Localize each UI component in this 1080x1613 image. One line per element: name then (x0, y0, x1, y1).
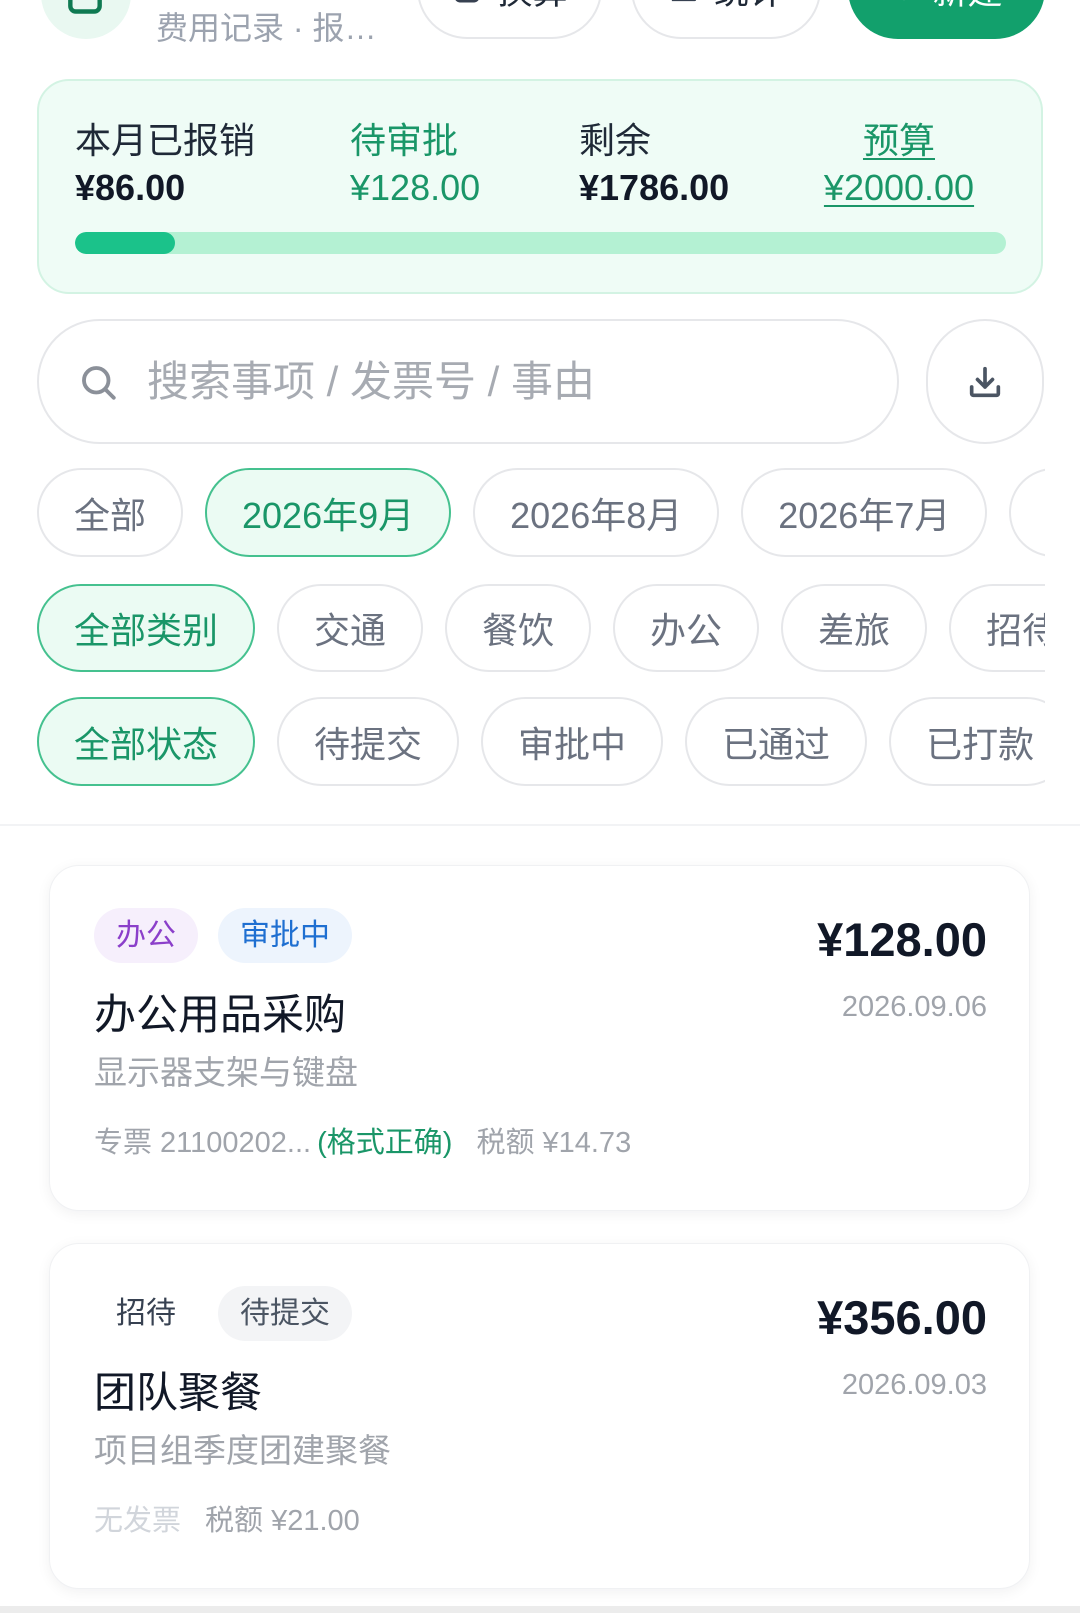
category-tag: 招待 (94, 1286, 198, 1341)
stat-remaining-value: ¥1786.00 (579, 167, 730, 208)
card-tags: 招待 待提交 (94, 1286, 352, 1341)
card-date: 2026.09.06 (841, 991, 987, 1023)
budget-progress-bar (75, 232, 1006, 254)
status-filter-row: 全部状态 待提交 审批中 已通过 已打款 (37, 697, 1045, 786)
card-description: 项目组季度团建聚餐 (94, 1432, 391, 1469)
tax-amount: 税额 ¥21.00 (205, 1505, 360, 1537)
month-filter-all[interactable]: 全部 (37, 468, 184, 557)
stat-pending-label: 待审批 (350, 120, 459, 161)
category-filter-row: 全部类别 交通 餐饮 办公 差旅 招待 (37, 584, 1045, 672)
month-filter-2026-09[interactable]: 2026年9月 (205, 468, 452, 557)
app-logo (41, 0, 131, 39)
stat-budget-link[interactable]: 预算 ¥2000.00 (799, 119, 999, 210)
month-filter-more[interactable] (1009, 468, 1045, 557)
card-footer: 专票 21100202... (格式正确) 税额 ¥14.73 (94, 1123, 631, 1163)
month-filter-2026-08[interactable]: 2026年8月 (473, 468, 720, 557)
stat-pending-value: ¥128.00 (350, 167, 481, 208)
month-filter-2026-07[interactable]: 2026年7月 (741, 468, 988, 557)
stat-budget-label: 预算 (862, 120, 935, 161)
stat-remaining-label: 剩余 (579, 120, 652, 161)
statistics-button-label: 统计 (714, 0, 784, 15)
invoice-validity: (格式正确) (317, 1127, 453, 1159)
clipboard-icon (68, 0, 102, 14)
statistics-button[interactable]: 统计 (631, 0, 821, 39)
category-filter-hospitality[interactable]: 招待 (949, 584, 1045, 672)
month-filter-row: 全部 2026年9月 2026年8月 2026年7月 (37, 468, 1045, 557)
category-filter-dining[interactable]: 餐饮 (445, 584, 592, 672)
invoice-info: 无发票 (94, 1505, 182, 1537)
card-tags: 办公 审批中 (94, 908, 352, 963)
export-button[interactable] (926, 319, 1044, 444)
budget-progress-fill (75, 232, 175, 254)
card-date: 2026.09.03 (841, 1369, 987, 1401)
section-divider (0, 824, 1080, 826)
category-filter-office[interactable]: 办公 (613, 584, 760, 672)
card-amount: ¥128.00 (817, 913, 987, 966)
status-filter-approved[interactable]: 已通过 (685, 697, 868, 786)
plus-icon (903, 0, 905, 1)
card-footer: 无发票 税额 ¥21.00 (94, 1501, 360, 1541)
stat-budget-value: ¥2000.00 (823, 167, 975, 208)
stat-reimbursed-label: 本月已报销 (75, 120, 256, 161)
stat-reimbursed-value: ¥86.00 (75, 167, 186, 208)
status-filter-draft[interactable]: 待提交 (277, 697, 460, 786)
stat-reimbursed: 本月已报销 ¥86.00 (75, 119, 255, 210)
card-amount: ¥356.00 (817, 1291, 987, 1344)
new-record-button[interactable]: 新建 (848, 0, 1045, 39)
bar-chart-icon (671, 0, 697, 2)
category-tag: 办公 (94, 908, 198, 963)
category-filter-transport[interactable]: 交通 (277, 584, 424, 672)
status-filter-reviewing[interactable]: 审批中 (481, 697, 664, 786)
expense-card[interactable]: 招待 待提交 团队聚餐 项目组季度团建聚餐 无发票 税额 ¥21.00 ¥356.… (49, 1243, 1030, 1589)
new-record-button-label: 新建 (932, 0, 1002, 15)
tax-amount: 税额 ¥14.73 (476, 1127, 632, 1159)
search-input[interactable] (147, 321, 867, 442)
convert-button[interactable]: 换算 (417, 0, 602, 39)
bottom-edge (0, 1606, 1080, 1613)
invoice-info: 专票 21100202... (94, 1127, 312, 1159)
status-badge: 待提交 (218, 1286, 352, 1341)
card-title: 办公用品采购 (94, 991, 347, 1038)
expense-card[interactable]: 办公 审批中 办公用品采购 显示器支架与键盘 专票 21100202... (格式… (49, 865, 1030, 1211)
download-icon (969, 366, 1001, 397)
stat-remaining: 剩余 ¥1786.00 (579, 119, 729, 210)
convert-button-label: 换算 (497, 0, 567, 15)
search-bar (37, 319, 899, 444)
card-title: 团队聚餐 (94, 1369, 263, 1416)
calculator-icon (455, 0, 480, 3)
header-subtitle: 费用记录 · 报… (156, 10, 377, 46)
search-icon (82, 366, 116, 400)
status-badge: 审批中 (218, 908, 352, 963)
category-filter-travel[interactable]: 差旅 (781, 584, 928, 672)
category-filter-all[interactable]: 全部类别 (37, 584, 256, 672)
expense-records-page: 费用记录 · 报… 换算 统计 新建 本月已报销 ¥86.00 待审批 ¥128… (0, 0, 1080, 1613)
status-filter-all[interactable]: 全部状态 (37, 697, 256, 786)
stat-pending[interactable]: 待审批 ¥128.00 (350, 119, 480, 210)
card-description: 显示器支架与键盘 (94, 1054, 358, 1091)
status-filter-paid[interactable]: 已打款 (889, 697, 1045, 786)
budget-summary-card: 本月已报销 ¥86.00 待审批 ¥128.00 剩余 ¥1786.00 预算 … (37, 79, 1043, 294)
